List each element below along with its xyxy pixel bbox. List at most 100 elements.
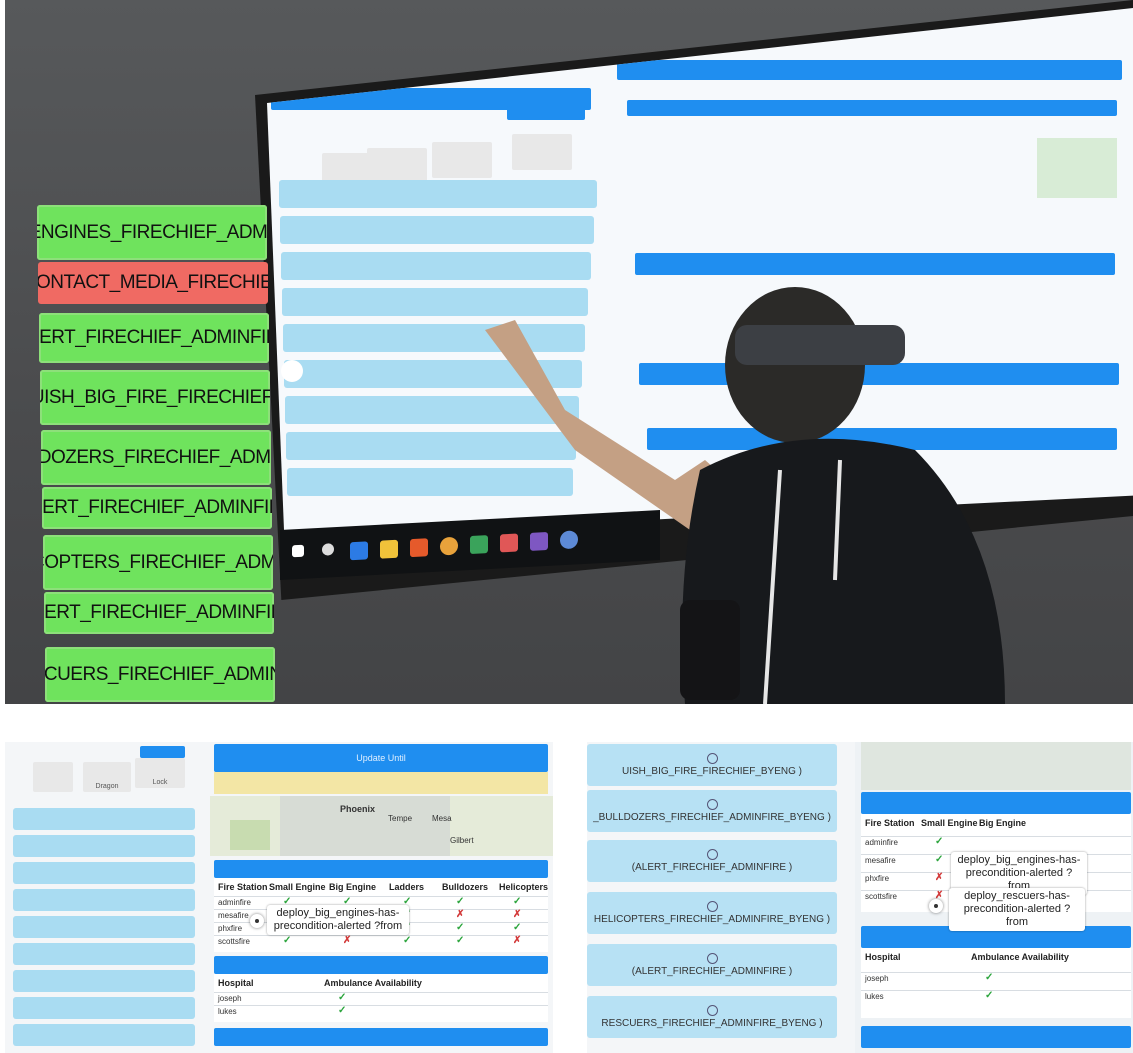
row-divider — [861, 990, 1131, 991]
cross-icon: ✗ — [343, 935, 352, 946]
plan-card-label: (ALERT_FIRECHIEF_ADMINFIRE ) — [631, 966, 793, 977]
bottom-left-closeup: Dragon Lock Update Until Phoenix Tempe M… — [5, 742, 553, 1053]
row-divider — [214, 1005, 548, 1006]
plan-row[interactable] — [13, 943, 195, 965]
plan-column: UISH_BIG_FIRE_FIRECHIEF_BYENG ) _BULLDOZE… — [587, 742, 847, 1053]
holo-action-bad[interactable]: CONTACT_MEDIA_FIRECHIEF — [38, 262, 268, 304]
row-divider — [861, 836, 1131, 837]
row-name: lukes — [865, 992, 884, 1001]
plan-card[interactable]: (ALERT_FIRECHIEF_ADMINFIRE ) — [587, 840, 837, 882]
plan-row[interactable] — [13, 889, 195, 911]
holo-action-ok[interactable]: ALERT_FIRECHIEF_ADMINFIRE — [39, 313, 269, 363]
cross-icon: ✗ — [513, 909, 522, 920]
column-header: Ambulance Availability — [971, 952, 1069, 962]
check-icon: ✓ — [456, 896, 465, 907]
start-icon[interactable] — [292, 544, 304, 558]
row-name: scottsfire — [218, 937, 251, 946]
holo-action-ok[interactable]: DEPLOY_HELICOPTERS_FIRECHIEF_ADMINFIRE_B… — [43, 535, 273, 590]
hospital-resources-header — [214, 956, 548, 974]
plan-row[interactable] — [279, 180, 597, 208]
check-icon: ✓ — [403, 935, 412, 946]
plan-card[interactable]: (ALERT_FIRECHIEF_ADMINFIRE ) — [587, 944, 837, 986]
precondition-tooltip: deploy_big_engines-has-precondition-aler… — [267, 905, 409, 935]
tool-tile-2[interactable] — [367, 148, 427, 184]
target-icon — [706, 799, 718, 810]
plan-card[interactable]: UISH_BIG_FIRE_FIRECHIEF_BYENG ) — [587, 744, 837, 786]
row-name: lukes — [218, 1007, 237, 1016]
map-label-mesa: Mesa — [432, 814, 452, 823]
plan-card-label: _BULLDOZERS_FIRECHIEF_ADMINFIRE_BYENG ) — [593, 812, 831, 823]
holo-action-ok[interactable]: DEPLOY_BULLDOZERS_FIRECHIEF_ADMINFIRE_BY… — [41, 430, 271, 485]
plan-card[interactable]: RESCUERS_FIRECHIEF_ADMINFIRE_BYENG ) — [587, 996, 837, 1038]
target-icon — [706, 753, 718, 764]
check-icon: ✓ — [935, 836, 944, 847]
column-header: Fire Station — [865, 818, 915, 828]
map-view[interactable]: Phoenix Tempe Mesa Gilbert — [210, 796, 553, 856]
row-name: mesafire — [865, 856, 896, 865]
target-icon — [706, 849, 718, 860]
holo-action-ok[interactable]: ALERT_FIRECHIEF_ADMINFIRE — [44, 592, 274, 634]
check-icon: ✓ — [338, 1005, 347, 1016]
fire-resources-header — [214, 860, 548, 878]
office-icon[interactable] — [410, 538, 428, 558]
holo-action-ok[interactable]: DEPLOY_BIG_ENGINES_FIRECHIEF_ADMINFIRE_B… — [37, 205, 267, 260]
plan-row[interactable] — [13, 1024, 195, 1046]
tool-tile-3[interactable]: Lock — [135, 758, 185, 788]
plan-card-label: UISH_BIG_FIRE_FIRECHIEF_BYENG ) — [621, 766, 803, 777]
holo-action-ok[interactable]: EXTINGUISH_BIG_FIRE_FIRECHIEF_BYENG — [40, 370, 270, 425]
check-icon: ✓ — [283, 935, 292, 946]
column-header: Fire Station — [218, 882, 268, 892]
row-divider — [214, 992, 548, 993]
file-explorer-icon[interactable] — [380, 539, 398, 559]
map-label-tempe: Tempe — [388, 814, 413, 823]
row-name: joseph — [218, 994, 242, 1003]
bottom-right-closeup: UISH_BIG_FIRE_FIRECHIEF_BYENG ) _BULLDOZE… — [587, 742, 1133, 1053]
plan-action-button[interactable] — [140, 746, 185, 758]
plan-row[interactable] — [281, 252, 591, 280]
column-header: Big Engine — [329, 882, 376, 892]
top-photo-panel: DEPLOY_BIG_ENGINES_FIRECHIEF_ADMINFIRE_B… — [5, 0, 1133, 704]
column-header: Small Engine — [269, 882, 326, 892]
check-icon: ✓ — [935, 854, 944, 865]
target-icon — [706, 953, 718, 964]
row-divider — [861, 972, 1131, 973]
column-header: Big Engine — [979, 818, 1026, 828]
update-until-button[interactable]: Update Until — [214, 744, 548, 772]
fire-resources-header — [635, 253, 1115, 275]
plan-row[interactable] — [13, 862, 195, 884]
update-until-label: Update Until — [356, 753, 406, 763]
person-with-headset — [485, 287, 1005, 704]
column-header: Helicopters — [499, 882, 549, 892]
tool-tile-2[interactable]: Dragon — [83, 762, 131, 792]
search-icon[interactable] — [322, 543, 334, 556]
row-name: adminfire — [865, 838, 898, 847]
tool-tile-1[interactable] — [33, 762, 73, 792]
plan-tags-strip — [214, 772, 548, 794]
holo-action-ok[interactable]: DEPLOY_RESCUERS_FIRECHIEF_ADMINFIRE_BYEN… — [45, 647, 275, 702]
plan-row[interactable] — [13, 997, 195, 1019]
plan-card-label: (ALERT_FIRECHIEF_ADMINFIRE ) — [631, 862, 793, 873]
plan-row[interactable] — [13, 970, 195, 992]
police-resources-header — [861, 1026, 1131, 1048]
plan-row[interactable] — [13, 808, 195, 830]
holo-action-ok[interactable]: ALERT_FIRECHIEF_ADMINFIRE — [42, 487, 272, 529]
edge-browser-icon[interactable] — [350, 541, 368, 561]
plan-row[interactable] — [13, 835, 195, 857]
plan-card[interactable]: _BULLDOZERS_FIRECHIEF_ADMINFIRE_BYENG ) — [587, 790, 837, 832]
plan-row[interactable] — [13, 916, 195, 938]
check-icon: ✓ — [338, 992, 347, 1003]
map-view[interactable] — [861, 742, 1131, 790]
check-icon: ✓ — [985, 990, 994, 1001]
row-name: scottsfire — [865, 892, 898, 901]
update-button-bar[interactable] — [627, 100, 1117, 116]
tile-label: Lock — [152, 779, 168, 786]
plan-action-button[interactable] — [507, 106, 585, 120]
column-header: Bulldozers — [442, 882, 489, 892]
tool-tile-3[interactable] — [432, 142, 492, 178]
plan-card[interactable]: HELICOPTERS_FIRECHIEF_ADMINFIRE_BYENG ) — [587, 892, 837, 934]
tool-tile-4[interactable] — [512, 134, 572, 170]
plan-row[interactable] — [280, 216, 594, 244]
column-header: Hospital — [218, 978, 254, 988]
column-header: Small Engine — [921, 818, 978, 828]
cross-icon: ✗ — [456, 909, 465, 920]
